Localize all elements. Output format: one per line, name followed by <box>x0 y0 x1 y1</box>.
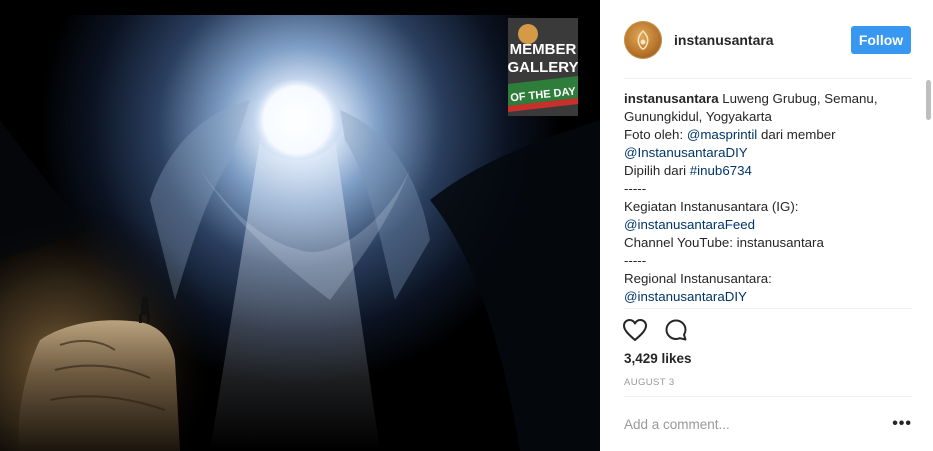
follow-button[interactable]: Follow <box>851 26 911 54</box>
member-gallery-badge: MEMBER GALLERY OF THE DAY <box>508 18 578 116</box>
caption-text: Foto oleh: <box>624 127 687 142</box>
likes-count[interactable]: 3,429 likes <box>624 351 692 366</box>
caption-text: Luweng Grubug, Semanu, <box>718 91 878 106</box>
heart-outline-icon[interactable] <box>622 318 648 344</box>
caption-line: ----- <box>624 253 647 268</box>
username[interactable]: instanusantara <box>674 32 774 48</box>
svg-text:GALLERY: GALLERY <box>508 59 578 76</box>
caption-author[interactable]: instanusantara <box>624 91 719 106</box>
mention-link[interactable]: @instanusantaraFeed <box>624 217 755 232</box>
avatar[interactable] <box>624 21 662 59</box>
header-divider <box>624 78 912 79</box>
post-date[interactable]: AUGUST 3 <box>624 377 675 388</box>
caption-text: Dipilih dari <box>624 163 690 178</box>
mention-link[interactable]: @InstanusantaraDIY <box>624 145 748 160</box>
mention-link[interactable]: @masprintil <box>687 127 757 142</box>
post-photo[interactable]: MEMBER GALLERY OF THE DAY <box>0 0 600 451</box>
caption-scrollbar[interactable] <box>926 80 931 120</box>
post-caption: instanusantara Luweng Grubug, Semanu, Gu… <box>624 90 914 306</box>
ellipsis-icon[interactable]: ••• <box>892 416 912 432</box>
caption-text: dari member <box>757 127 836 142</box>
caption-line: Kegiatan Instanusantara (IG): <box>624 199 799 214</box>
hashtag-link[interactable]: #inub6734 <box>690 163 752 178</box>
speech-bubble-icon[interactable] <box>664 318 688 344</box>
comment-divider <box>624 396 912 397</box>
comment-row: Add a comment... ••• <box>624 412 912 436</box>
caption-line: Channel YouTube: instanusantara <box>624 235 824 250</box>
post-actions <box>622 318 688 344</box>
instagram-post-view: MEMBER GALLERY OF THE DAY instanusantara… <box>0 0 933 451</box>
comment-input[interactable]: Add a comment... <box>624 417 730 432</box>
caption-line: Regional Instanusantara: <box>624 271 772 286</box>
caption-divider <box>624 308 912 309</box>
caption-line: Gunungkidul, Yogyakarta <box>624 109 772 124</box>
caption-line: ----- <box>624 181 647 196</box>
logo-icon <box>637 29 649 50</box>
post-sidebar: instanusantara Follow instanusantara Luw… <box>600 0 933 451</box>
mention-link[interactable]: @instanusantaraDIY <box>624 289 747 304</box>
svg-text:MEMBER: MEMBER <box>510 41 577 58</box>
